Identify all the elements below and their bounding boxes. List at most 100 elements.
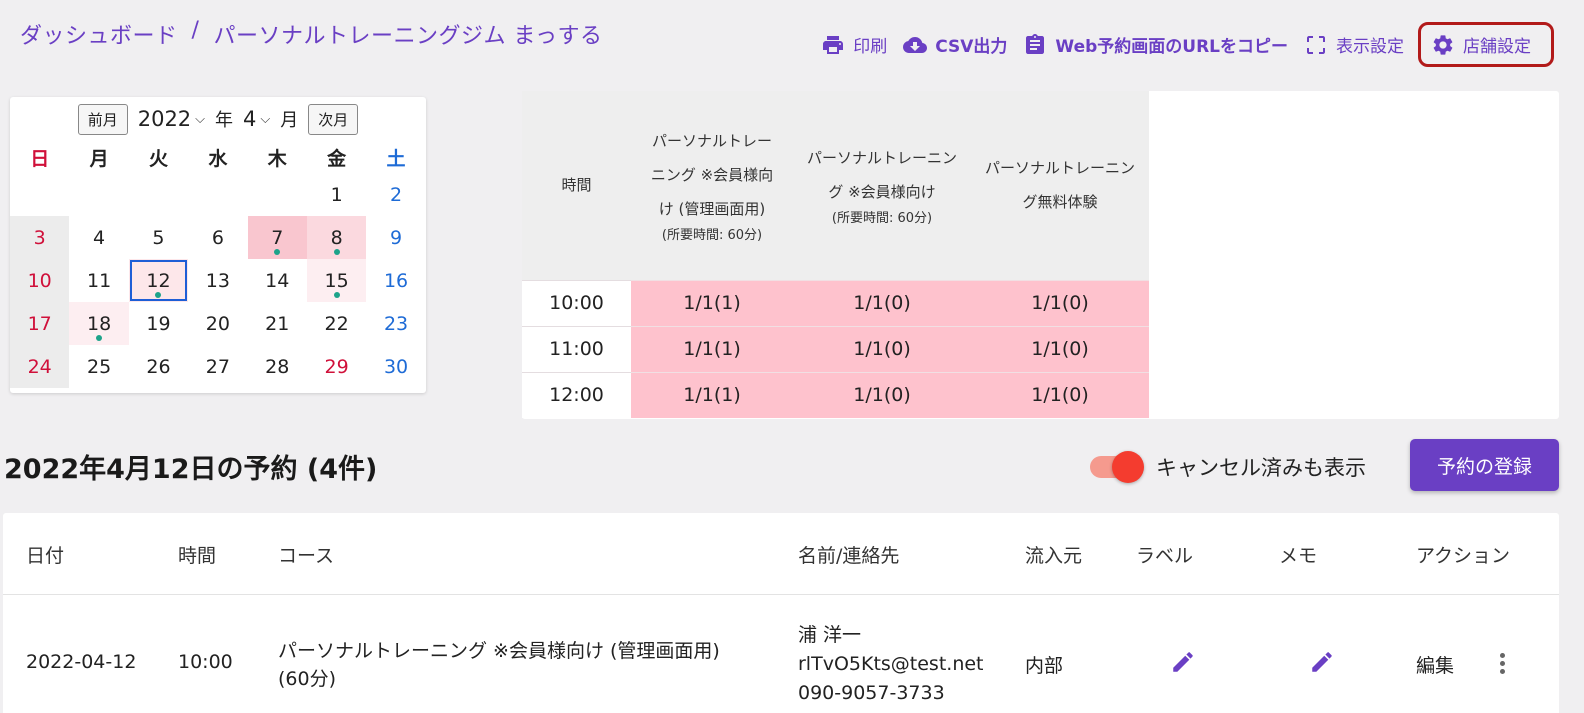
calendar-day[interactable]: 14 — [248, 259, 307, 302]
calendar-day-selected[interactable]: 12 — [128, 259, 189, 302]
customer-name: 浦 洋一 — [798, 624, 862, 646]
csv-export-button[interactable]: CSV出力 — [895, 26, 1015, 63]
calendar-day[interactable]: 16 — [366, 259, 425, 302]
course-column-header: パーソナルトレーニング ※会員様向け (所要時間: 60分) — [793, 91, 971, 280]
calendar-day[interactable]: 20 — [188, 302, 247, 345]
day-number: 22 — [324, 312, 349, 335]
calendar-day[interactable]: 8 — [306, 216, 367, 259]
month-select[interactable]: 4 ⌵ — [243, 107, 270, 131]
slot-capacity[interactable]: 1/1(0) — [971, 325, 1149, 372]
weekday-header: 金 — [327, 147, 347, 170]
calendar-day[interactable]: 18 — [69, 302, 129, 345]
calendar-day[interactable]: 15 — [306, 259, 367, 302]
calendar-day[interactable]: 4 — [69, 216, 128, 259]
show-cancelled-toggle[interactable] — [1090, 451, 1144, 483]
day-number: 28 — [265, 355, 290, 378]
year-select[interactable]: 2022 ⌵ — [138, 107, 205, 131]
calendar-day[interactable]: 11 — [69, 259, 128, 302]
slot-capacity[interactable]: 1/1(0) — [793, 325, 971, 372]
time-column-header: 時間 — [522, 91, 631, 280]
slot-capacity[interactable]: 1/1(1) — [631, 371, 793, 418]
copy-url-button[interactable]: Web予約画面のURLをコピー — [1015, 26, 1296, 63]
prev-month-button[interactable]: 前月 — [77, 103, 128, 135]
day-number: 21 — [265, 312, 290, 335]
calendar-day[interactable]: 10 — [10, 259, 70, 302]
table-row: 2022-04-12 10:00 パーソナルトレーニング ※会員様向け (管理画… — [3, 595, 1559, 713]
edit-reservation-link[interactable]: 編集 — [1416, 651, 1454, 678]
calendar-day[interactable]: 1 — [307, 173, 366, 216]
calendar-day[interactable]: 9 — [366, 216, 425, 259]
calendar-day-empty — [248, 173, 307, 216]
reservation-table: 日付 時間 コース 名前/連絡先 流入元 ラベル メモ アクション 2022-0… — [3, 513, 1559, 713]
calendar-day[interactable]: 17 — [10, 302, 70, 345]
reservation-contact: 浦 洋一 rlTvO5Kts@test.net 090-9057-3733 — [798, 621, 984, 708]
print-label: 印刷 — [853, 37, 888, 57]
calendar-day[interactable]: 2 — [366, 173, 425, 216]
day-number: 23 — [383, 312, 409, 335]
next-month-button[interactable]: 次月 — [308, 103, 359, 135]
calendar-day[interactable]: 22 — [307, 302, 366, 345]
calendar-day[interactable]: 13 — [188, 259, 247, 302]
day-number: 20 — [205, 312, 230, 335]
timeslot-row: 11:00 1/1(1) 1/1(0) 1/1(0) — [522, 325, 1149, 372]
chevron-down-icon: ⌵ — [260, 111, 271, 127]
slot-capacity[interactable]: 1/1(0) — [971, 279, 1149, 326]
timeslot-row: 10:00 1/1(1) 1/1(0) 1/1(0) — [522, 279, 1149, 326]
calendar-day-holiday[interactable]: 29 — [307, 345, 366, 388]
calendar-day[interactable]: 6 — [188, 216, 247, 259]
timeslot-panel: 時間 パーソナルトレーニング ※会員様向け (管理画面用) (所要時間: 60分… — [522, 91, 1559, 419]
year-unit: 年 — [215, 110, 234, 131]
reservation-time: 10:00 — [178, 651, 233, 673]
column-header-source: 流入元 — [1025, 545, 1083, 567]
calendar-day[interactable]: 28 — [248, 345, 307, 388]
print-button[interactable]: 印刷 — [813, 26, 895, 63]
clipboard-icon — [1026, 33, 1045, 54]
calendar-day[interactable]: 5 — [129, 216, 188, 259]
calendar-day[interactable]: 27 — [188, 345, 247, 388]
calendar-day[interactable]: 21 — [248, 302, 307, 345]
slot-capacity[interactable]: 1/1(0) — [793, 279, 971, 326]
calendar-grid: 日 月 火 水 木 金 土 1 2 3 4 5 6 7 8 9 10 11 12… — [10, 141, 426, 388]
cloud-download-icon — [903, 36, 928, 53]
reservation-date: 2022-04-12 — [26, 651, 137, 673]
pencil-icon — [1173, 652, 1193, 672]
column-header-memo: メモ — [1279, 545, 1318, 567]
slot-capacity[interactable]: 1/1(0) — [793, 371, 971, 418]
calendar-day[interactable]: 25 — [69, 345, 128, 388]
breadcrumb-dashboard-link[interactable]: ダッシュボード — [20, 18, 178, 50]
calendar-day[interactable]: 7 — [247, 216, 307, 259]
register-reservation-button[interactable]: 予約の登録 — [1410, 439, 1559, 491]
slot-time: 11:00 — [522, 325, 631, 372]
edit-label-button[interactable] — [1170, 649, 1196, 680]
calendar-day[interactable]: 24 — [10, 345, 70, 388]
day-number: 25 — [86, 355, 112, 378]
course-duration: (所要時間: 60分) — [831, 211, 933, 227]
weekday-header: 日 — [30, 147, 50, 170]
course-duration: (所要時間: 60分) — [661, 228, 763, 244]
course-name: パーソナルトレーニング ※会員様向け (管理画面用) — [278, 640, 720, 662]
month-unit: 月 — [280, 110, 299, 131]
day-number: 10 — [27, 269, 52, 292]
day-number: 16 — [383, 269, 409, 292]
day-number: 8 — [330, 226, 343, 249]
calendar-day[interactable]: 3 — [10, 216, 70, 259]
timeslot-header-row: 時間 パーソナルトレーニング ※会員様向け (管理画面用) (所要時間: 60分… — [522, 91, 1149, 280]
day-number: 30 — [383, 355, 409, 378]
calendar-day[interactable]: 30 — [366, 345, 425, 388]
reservation-dot — [333, 292, 340, 298]
calendar-day[interactable]: 23 — [366, 302, 425, 345]
copy-url-label: Web予約画面のURLをコピー — [1055, 37, 1288, 57]
course-name: パーソナルトレーニング無料体験 — [985, 159, 1136, 212]
calendar-day[interactable]: 26 — [129, 345, 188, 388]
display-settings-button[interactable]: 表示設定 — [1296, 26, 1412, 63]
edit-memo-button[interactable] — [1309, 649, 1335, 680]
slot-capacity[interactable]: 1/1(1) — [631, 325, 793, 372]
more-vert-icon[interactable] — [1500, 653, 1505, 674]
day-number: 6 — [211, 226, 224, 249]
slot-capacity[interactable]: 1/1(1) — [631, 279, 793, 326]
slot-capacity[interactable]: 1/1(0) — [971, 371, 1149, 418]
slot-time: 12:00 — [522, 371, 631, 418]
calendar-day[interactable]: 19 — [129, 302, 188, 345]
store-settings-button[interactable]: 店舗設定 — [1418, 22, 1554, 67]
store-settings-label: 店舗設定 — [1463, 37, 1531, 57]
